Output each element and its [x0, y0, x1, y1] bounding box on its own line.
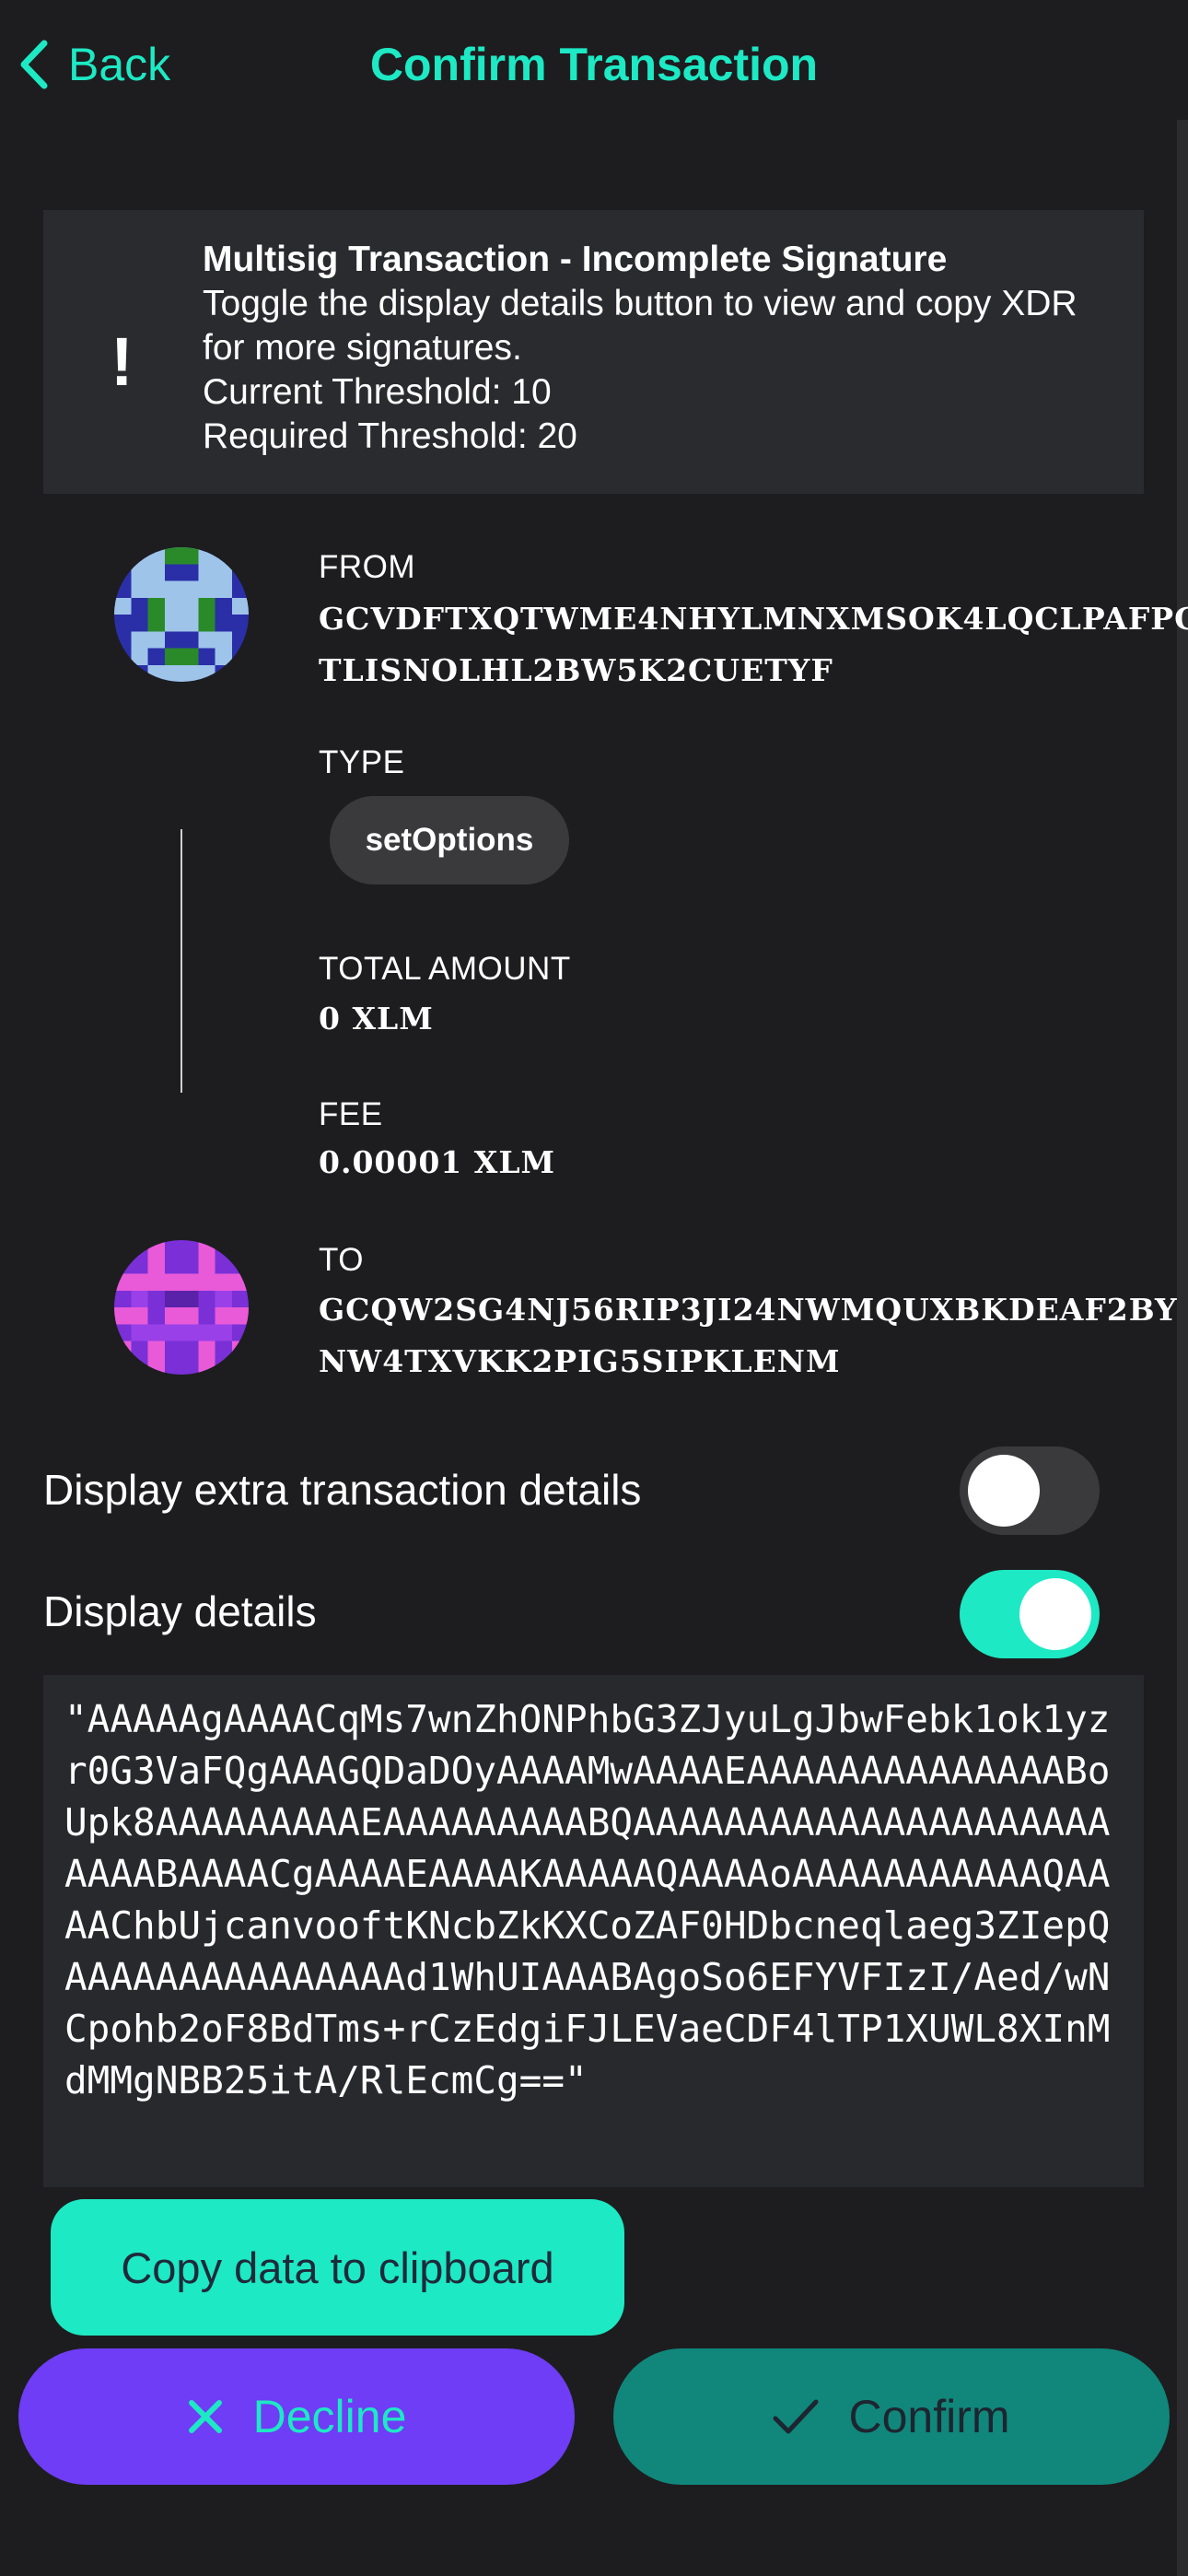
- to-label: TO: [319, 1242, 364, 1278]
- type-label: TYPE: [319, 744, 405, 780]
- fee-label: FEE: [319, 1096, 383, 1132]
- toggle-knob: [1019, 1578, 1091, 1650]
- close-icon: [188, 2400, 222, 2433]
- display-details-label: Display details: [43, 1587, 317, 1635]
- extra-details-label: Display extra transaction details: [43, 1466, 642, 1514]
- current-threshold: Current Threshold: 10: [203, 372, 552, 412]
- decline-button[interactable]: Decline: [18, 2348, 575, 2485]
- from-address-line2: TLISNOLHL2BW5K2CUETYF: [319, 652, 833, 688]
- extra-details-toggle[interactable]: [960, 1446, 1100, 1535]
- display-details-toggle[interactable]: [960, 1570, 1100, 1658]
- total-amount-value: 0 XLM: [319, 1001, 434, 1036]
- timeline-line: [181, 829, 182, 1093]
- to-address-line1: GCQW2SG4NJ56RIP3JI24NWMQUXBKDEAF2BY: [319, 1292, 1178, 1328]
- confirm-label: Confirm: [848, 2391, 1010, 2442]
- scrollbar[interactable]: [1177, 120, 1188, 2576]
- xdr-text[interactable]: "AAAAAgAAAACqMs7wnZhONPhbG3ZJyuLgJbwFebk…: [64, 1693, 1124, 2106]
- to-address-line2: NW4TXVKK2PIG5SIPKLENM: [319, 1343, 841, 1379]
- copy-to-clipboard-button[interactable]: Copy data to clipboard: [51, 2199, 624, 2336]
- warning-title: Multisig Transaction - Incomplete Signat…: [203, 240, 948, 279]
- from-label: FROM: [319, 549, 416, 585]
- from-avatar: [114, 547, 249, 682]
- to-avatar: [114, 1240, 249, 1375]
- total-amount-label: TOTAL AMOUNT: [319, 951, 571, 987]
- copy-button-label: Copy data to clipboard: [121, 2242, 554, 2292]
- exclamation-icon: !: [111, 323, 134, 400]
- warning-text: Multisig Transaction - Incomplete Signat…: [203, 238, 1124, 459]
- page-title: Confirm Transaction: [369, 39, 819, 90]
- checkmark-icon: [773, 2399, 819, 2434]
- type-badge: setOptions: [330, 796, 569, 884]
- warning-message: Toggle the display details button to vie…: [203, 284, 1077, 368]
- fee-value: 0.00001 XLM: [319, 1144, 556, 1180]
- from-address-line1: GCVDFTXQTWME4NHYLMNXMSOK4LQCLPAFPG4: [319, 601, 1188, 637]
- confirm-button[interactable]: Confirm: [613, 2348, 1170, 2485]
- required-threshold: Required Threshold: 20: [203, 416, 577, 456]
- toggle-knob: [968, 1455, 1040, 1527]
- decline-label: Decline: [252, 2391, 407, 2442]
